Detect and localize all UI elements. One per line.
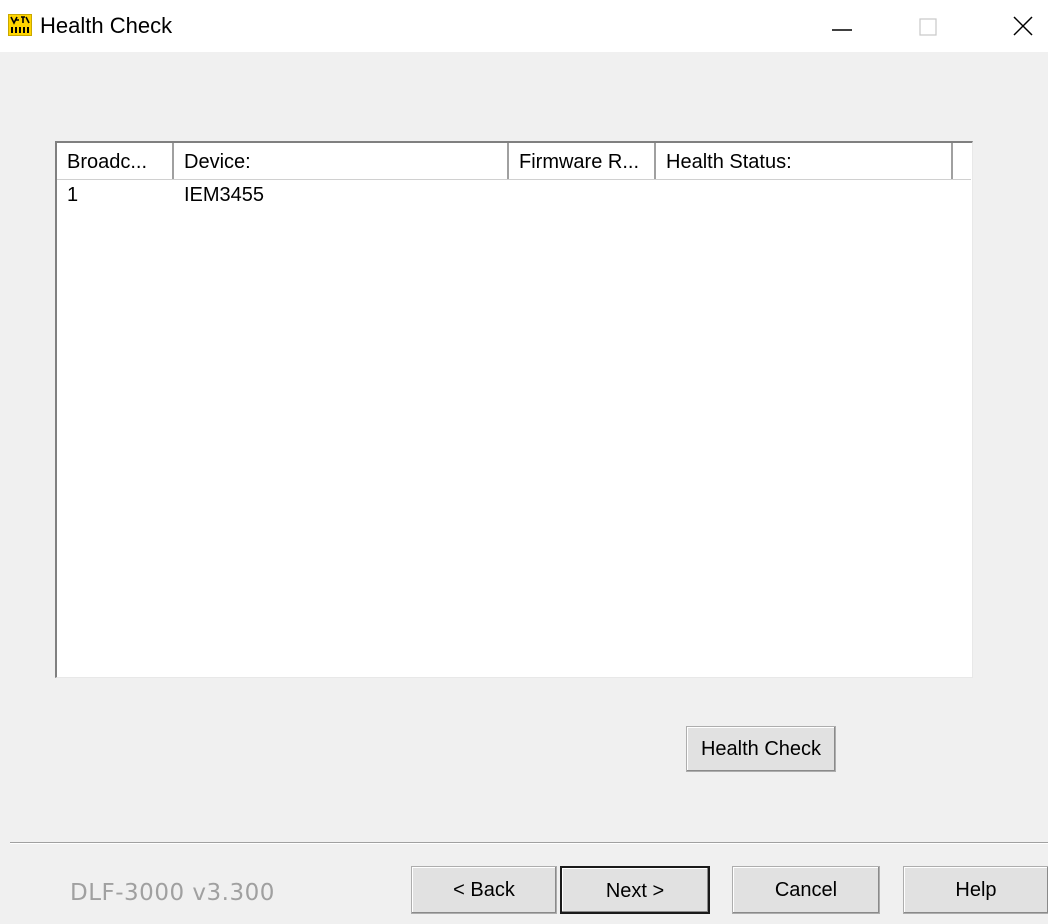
- device-list[interactable]: Broadc... Device: Firmware R... Health S…: [55, 141, 973, 678]
- next-button[interactable]: Next >: [560, 866, 710, 914]
- minimize-icon: [832, 29, 852, 31]
- version-label: DLF-3000 v3.300: [70, 880, 275, 906]
- cell-broadcast: 1: [67, 184, 79, 206]
- column-header-health-status[interactable]: Health Status:: [656, 143, 953, 179]
- close-icon: [1013, 16, 1033, 36]
- column-header-firmware[interactable]: Firmware R...: [509, 143, 656, 179]
- help-button[interactable]: Help: [903, 866, 1048, 914]
- maximize-icon: [919, 18, 937, 36]
- health-check-button[interactable]: Health Check: [686, 726, 836, 772]
- minimize-button[interactable]: [810, 0, 870, 52]
- title-bar: Health Check: [0, 0, 1048, 52]
- window-title: Health Check: [40, 13, 173, 38]
- column-header-broadcast[interactable]: Broadc...: [57, 143, 174, 179]
- footer-separator: [10, 842, 1048, 844]
- list-header: Broadc... Device: Firmware R... Health S…: [57, 143, 971, 180]
- app-logo-icon: [8, 14, 32, 36]
- list-item[interactable]: 1 IEM3455: [57, 181, 971, 209]
- back-button[interactable]: < Back: [411, 866, 557, 914]
- column-header-filler: [953, 143, 971, 179]
- column-header-device[interactable]: Device:: [174, 143, 509, 179]
- maximize-button[interactable]: [900, 0, 960, 52]
- close-button[interactable]: [992, 0, 1048, 52]
- cancel-button[interactable]: Cancel: [732, 866, 880, 914]
- cell-device: IEM3455: [184, 184, 265, 206]
